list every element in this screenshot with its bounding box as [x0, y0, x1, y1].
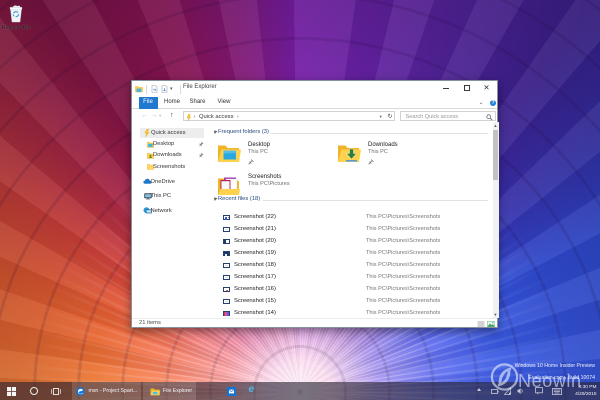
- svg-text:Neowin: Neowin: [518, 371, 582, 391]
